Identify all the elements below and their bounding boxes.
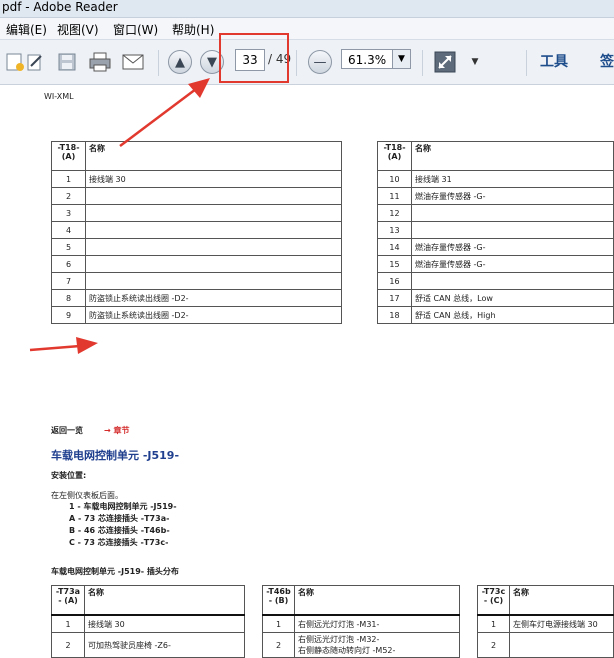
table-gap xyxy=(244,585,263,615)
pin-name: 右侧远光灯灯泡 -M32- 右侧静态随动转向灯 -M52- xyxy=(294,632,460,658)
table-gap xyxy=(244,632,263,658)
table-header-row: -T73a - (A) 名称 -T46b - (B) 名称 -T73c - (C… xyxy=(51,585,614,616)
annotation-arrowhead xyxy=(76,337,98,354)
col-header: -T46b - (B) xyxy=(262,585,295,616)
pin-table: -T73a - (A) 名称 -T46b - (B) 名称 -T73c - (C… xyxy=(51,585,614,658)
pin-number: 2 xyxy=(477,632,510,658)
pin-number: 1 xyxy=(51,614,85,633)
table-gap xyxy=(459,585,478,615)
annotation-arrow-chapter xyxy=(29,344,81,352)
table-row: 2 可加热驾驶员座椅 -Z6- 2 右侧远光灯灯泡 -M32- 右侧静态随动转向灯 -M… xyxy=(51,632,614,658)
table-row: 1 接线端 30 1 右侧远光灯灯泡 -M31- 1 左侧车灯电源接线端 30 xyxy=(51,614,614,633)
pin-name: 左侧车灯电源接线端 30 xyxy=(509,614,614,633)
col-header: -T73a - (A) xyxy=(51,585,85,616)
pin-number: 1 xyxy=(477,614,510,633)
pin-name-line: 右侧静态随动转向灯 -M52- xyxy=(298,646,396,655)
pin-number: 2 xyxy=(51,632,85,658)
table-gap xyxy=(459,615,478,633)
pin-name: 可加热驾驶员座椅 -Z6- xyxy=(84,632,245,658)
col-header: 名称 xyxy=(294,585,460,616)
pin-name xyxy=(509,632,614,658)
col-header: 名称 xyxy=(84,585,245,616)
pin-name: 接线端 30 xyxy=(84,614,245,633)
pin-name: 右侧远光灯灯泡 -M31- xyxy=(294,614,460,633)
annotation-arrowhead xyxy=(188,78,210,98)
pin-number: 1 xyxy=(262,614,295,633)
pin-number: 2 xyxy=(262,632,295,658)
table-gap xyxy=(244,615,263,633)
annotation-arrow-toolbar xyxy=(119,85,201,147)
table-gap xyxy=(459,632,478,658)
col-header: 名称 xyxy=(509,585,614,616)
pin-name-line: 右侧远光灯灯泡 -M32- xyxy=(298,635,380,644)
annotation-arrows xyxy=(29,78,210,354)
col-header: -T73c - (C) xyxy=(477,585,510,616)
